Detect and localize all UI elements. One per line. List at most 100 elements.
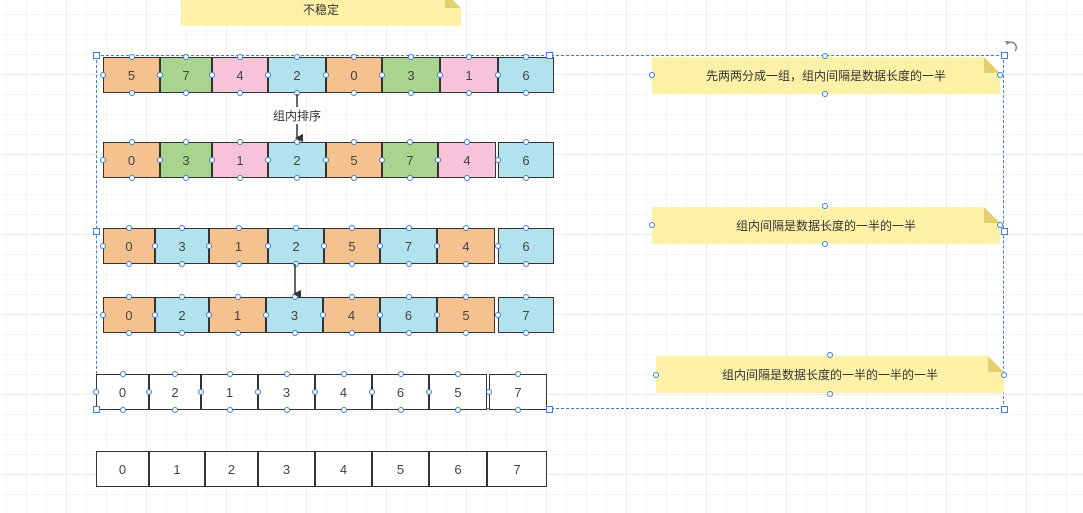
array-cell[interactable]: 3 (382, 57, 440, 93)
array-cell[interactable]: 1 (201, 374, 258, 410)
array-cell[interactable]: 6 (372, 374, 429, 410)
connection-handle[interactable] (265, 157, 271, 163)
connection-handle[interactable] (179, 225, 185, 231)
connection-handle[interactable] (209, 157, 215, 163)
array-cell[interactable]: 2 (268, 228, 324, 264)
connection-handle[interactable] (291, 294, 298, 300)
connection-handle[interactable] (434, 312, 440, 318)
array-cell[interactable]: 3 (258, 451, 315, 487)
array-cell[interactable]: 0 (96, 374, 149, 410)
connection-handle[interactable] (126, 294, 132, 300)
note-step-1[interactable]: 先两两分成一组，组内间隔是数据长度的一半 (652, 57, 1000, 94)
connection-handle[interactable] (128, 54, 135, 60)
connection-handle[interactable] (377, 312, 383, 318)
connection-handle[interactable] (172, 371, 178, 377)
connection-handle[interactable] (235, 225, 242, 231)
array-cell[interactable]: 3 (155, 228, 209, 264)
array-cell[interactable]: 2 (268, 57, 326, 93)
array-cell[interactable]: 3 (160, 142, 212, 178)
connection-handle[interactable] (183, 175, 189, 181)
connection-handle[interactable] (455, 407, 461, 413)
connection-handle[interactable] (152, 243, 158, 249)
connection-handle[interactable] (226, 407, 233, 413)
connection-handle[interactable] (183, 139, 189, 145)
array-cell[interactable]: 2 (155, 297, 209, 333)
connection-handle[interactable] (179, 330, 185, 336)
connection-handle[interactable] (486, 389, 492, 395)
connection-handle[interactable] (523, 294, 529, 300)
connection-handle[interactable] (463, 225, 469, 231)
connection-handle[interactable] (291, 330, 298, 336)
array-cell[interactable]: 5 (324, 228, 380, 264)
connection-handle[interactable] (351, 139, 357, 145)
connection-handle[interactable] (523, 139, 529, 145)
connection-handle[interactable] (437, 72, 443, 78)
array-cell[interactable]: 4 (437, 228, 495, 264)
resize-handle[interactable] (93, 52, 100, 59)
connection-handle[interactable] (119, 407, 126, 413)
connection-handle[interactable] (100, 72, 106, 78)
connection-handle[interactable] (348, 294, 355, 300)
connection-handle[interactable] (349, 225, 355, 231)
array-cell[interactable]: 1 (209, 297, 266, 333)
connection-handle[interactable] (407, 139, 413, 145)
connection-handle[interactable] (407, 175, 413, 181)
diagram-canvas[interactable]: 不稳定 5 7 4 2 0 3 1 6 0 3 1 2 5 7 4 6 0 3 1 2 5 7 4 6 0 2 1 3 4 6 5 7 0 2 1 3… (0, 0, 1083, 513)
resize-handle[interactable] (1001, 406, 1008, 413)
array-cell[interactable]: 2 (268, 142, 326, 178)
connection-handle[interactable] (320, 312, 326, 318)
connection-handle[interactable] (397, 407, 404, 413)
connection-handle[interactable] (405, 225, 412, 231)
array-cell[interactable]: 5 (437, 297, 495, 333)
connection-handle[interactable] (351, 175, 357, 181)
array-cell[interactable]: 7 (160, 57, 212, 93)
array-cell[interactable]: 2 (205, 451, 258, 487)
connection-handle[interactable] (183, 90, 189, 96)
connection-handle[interactable] (172, 407, 178, 413)
connection-handle[interactable] (126, 225, 132, 231)
connection-handle[interactable] (93, 389, 99, 395)
resize-handle[interactable] (1001, 228, 1008, 235)
connection-handle[interactable] (294, 139, 300, 145)
connection-handle[interactable] (323, 72, 329, 78)
connection-handle[interactable] (377, 243, 383, 249)
connection-handle[interactable] (152, 312, 158, 318)
connection-handle[interactable] (198, 389, 204, 395)
array-cell[interactable]: 4 (438, 142, 496, 178)
connection-handle[interactable] (466, 54, 472, 60)
array-cell[interactable]: 0 (96, 451, 149, 487)
connection-handle[interactable] (206, 243, 212, 249)
connection-handle[interactable] (405, 330, 412, 336)
connection-handle[interactable] (209, 72, 215, 78)
connection-handle[interactable] (340, 371, 347, 377)
connection-handle[interactable] (1001, 372, 1007, 378)
array-cell[interactable]: 2 (149, 374, 201, 410)
connection-handle[interactable] (294, 54, 300, 60)
connection-handle[interactable] (265, 72, 271, 78)
connection-handle[interactable] (379, 72, 385, 78)
connection-handle[interactable] (237, 139, 243, 145)
connection-handle[interactable] (653, 372, 659, 378)
connection-handle[interactable] (157, 72, 163, 78)
connection-handle[interactable] (515, 407, 521, 413)
connection-handle[interactable] (179, 294, 185, 300)
connection-handle[interactable] (126, 330, 132, 336)
connection-handle[interactable] (426, 389, 432, 395)
array-cell[interactable]: 4 (315, 374, 372, 410)
array-cell[interactable]: 6 (380, 297, 437, 333)
connection-handle[interactable] (157, 157, 163, 163)
connection-handle[interactable] (265, 243, 271, 249)
connection-handle[interactable] (323, 157, 329, 163)
connection-handle[interactable] (126, 261, 132, 267)
connection-handle[interactable] (822, 91, 828, 97)
connection-handle[interactable] (495, 312, 501, 318)
connection-handle[interactable] (435, 157, 441, 163)
array-cell[interactable]: 6 (498, 228, 554, 264)
connection-handle[interactable] (255, 389, 261, 395)
connection-handle[interactable] (523, 175, 529, 181)
connection-handle[interactable] (464, 139, 470, 145)
connection-handle[interactable] (179, 261, 185, 267)
array-cell[interactable]: 7 (489, 374, 547, 410)
connection-handle[interactable] (495, 243, 501, 249)
connection-handle[interactable] (997, 72, 1003, 78)
